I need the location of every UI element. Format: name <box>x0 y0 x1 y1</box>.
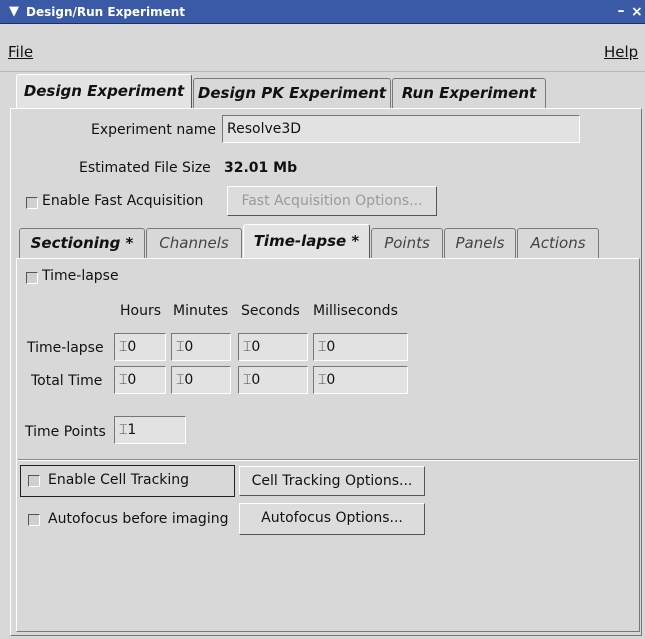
minutes-header: Minutes <box>173 303 229 319</box>
time-lapse-seconds-field[interactable]: ⌶0 <box>238 333 308 361</box>
total-time-hours-field[interactable]: ⌶0 <box>114 366 166 394</box>
hours-header: Hours <box>120 303 162 319</box>
tab-panels[interactable]: Panels <box>444 228 516 258</box>
time-lapse-minutes-field[interactable]: ⌶0 <box>171 333 231 361</box>
time-lapse-checkbox-label: Time-lapse <box>42 268 119 284</box>
tab-sectioning[interactable]: Sectioning * <box>19 228 145 258</box>
seconds-header: Seconds <box>241 303 300 319</box>
time-lapse-row-label: Time-lapse <box>27 340 104 356</box>
cell-tracking-options-button[interactable]: Cell Tracking Options... <box>239 466 425 496</box>
autofocus-checkbox[interactable] <box>28 514 40 526</box>
close-icon[interactable]: × <box>631 4 645 20</box>
experiment-name-label: Experiment name <box>91 122 217 138</box>
time-lapse-checkbox[interactable] <box>26 272 38 284</box>
title-bar: ▼ Design/Run Experiment – × <box>0 0 645 24</box>
tab-channels[interactable]: Channels <box>146 228 242 258</box>
file-size-value: 32.01 Mb <box>224 160 298 176</box>
tab-run-experiment[interactable]: Run Experiment <box>392 78 546 108</box>
cell-tracking-checkbox[interactable] <box>28 475 40 487</box>
time-points-label: Time Points <box>25 424 106 440</box>
total-time-row-label: Total Time <box>31 373 103 389</box>
milliseconds-header: Milliseconds <box>313 303 398 319</box>
cell-tracking-label: Enable Cell Tracking <box>48 472 190 488</box>
tab-time-lapse[interactable]: Time-lapse * <box>243 224 370 258</box>
fast-acquisition-label: Enable Fast Acquisition <box>42 193 204 209</box>
time-points-field[interactable]: ⌶1 <box>114 416 186 444</box>
fast-acquisition-options-button[interactable]: Fast Acquisition Options... <box>227 186 437 216</box>
minimize-icon[interactable]: – <box>613 4 629 20</box>
tab-points[interactable]: Points <box>371 228 443 258</box>
autofocus-options-button[interactable]: Autofocus Options... <box>239 503 425 535</box>
fast-acquisition-checkbox[interactable] <box>26 197 38 209</box>
help-menu[interactable]: Help <box>604 43 638 61</box>
tab-design-pk-experiment[interactable]: Design PK Experiment <box>193 78 391 108</box>
time-lapse-hours-field[interactable]: ⌶0 <box>114 333 166 361</box>
menu-bar <box>0 24 645 72</box>
tab-design-experiment[interactable]: Design Experiment <box>16 74 192 108</box>
window-title: Design/Run Experiment <box>26 5 185 19</box>
window-menu-icon[interactable]: ▼ <box>6 4 22 20</box>
tab-actions[interactable]: Actions <box>517 228 599 258</box>
file-size-label: Estimated File Size <box>79 160 211 176</box>
total-time-milliseconds-field[interactable]: ⌶0 <box>313 366 408 394</box>
section-divider <box>18 459 638 461</box>
experiment-name-field[interactable]: Resolve3D <box>222 115 580 143</box>
total-time-minutes-field[interactable]: ⌶0 <box>171 366 231 394</box>
file-menu[interactable]: File <box>8 43 33 61</box>
total-time-seconds-field[interactable]: ⌶0 <box>238 366 308 394</box>
autofocus-label: Autofocus before imaging <box>48 511 229 527</box>
time-lapse-milliseconds-field[interactable]: ⌶0 <box>313 333 408 361</box>
